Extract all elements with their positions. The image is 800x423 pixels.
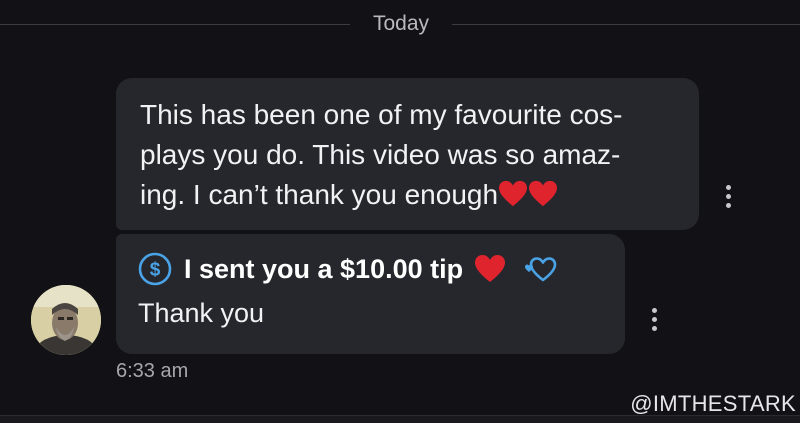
tip-text: I sent you a $10.00 tip xyxy=(184,253,464,284)
red-heart-icon xyxy=(499,180,528,207)
avatar-image xyxy=(31,285,101,355)
svg-text:$: $ xyxy=(150,260,161,281)
message-text-line: plays you do. This video was so amaz- xyxy=(140,139,621,170)
separator-line xyxy=(452,24,800,25)
bottom-divider xyxy=(0,415,800,423)
chat-screen: Today This has been one of my favourite … xyxy=(0,0,800,423)
watermark: @IMTHESTARK xyxy=(630,391,796,416)
message-bubble[interactable]: This has been one of my favourite cos- p… xyxy=(116,78,699,230)
more-vertical-icon xyxy=(725,185,731,190)
red-heart-icon xyxy=(475,255,506,282)
message-text: ing. I can’t thank you enough xyxy=(140,179,499,210)
sender-avatar[interactable] xyxy=(31,285,101,355)
message-text: Thank you xyxy=(138,298,265,328)
heart-outline-icon[interactable] xyxy=(523,254,557,284)
message-options-button[interactable] xyxy=(723,185,733,211)
message-options-button[interactable] xyxy=(649,308,659,334)
message-text-line: ing. I can’t thank you enough xyxy=(140,175,675,215)
tip-row: $ I sent you a $10.00 tip xyxy=(138,248,603,290)
tip-message-bubble[interactable]: $ I sent you a $10.00 tip Thank you xyxy=(116,234,625,354)
red-heart-icon xyxy=(529,180,558,207)
dollar-circle-icon: $ xyxy=(138,252,172,286)
message-text-line: This has been one of my favourite cos- xyxy=(140,99,623,130)
message-timestamp: 6:33 am xyxy=(116,360,189,382)
separator-line xyxy=(0,24,350,25)
date-label: Today xyxy=(372,12,430,35)
more-vertical-icon xyxy=(651,308,657,313)
date-separator: Today xyxy=(0,8,800,40)
